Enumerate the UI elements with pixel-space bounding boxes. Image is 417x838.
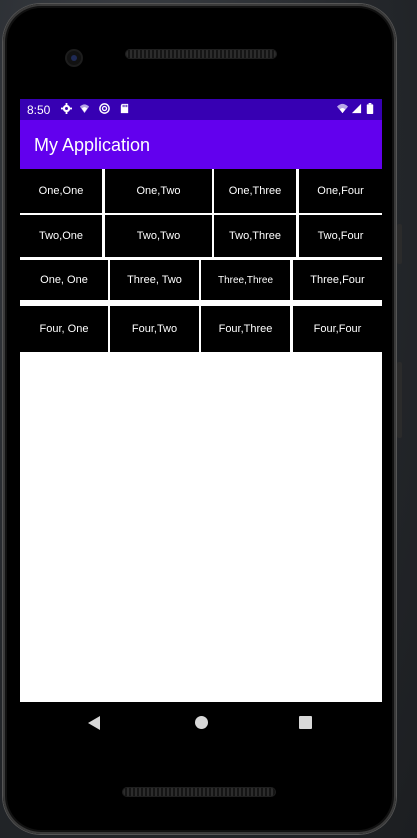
bottom-speaker-grille: [123, 788, 275, 796]
battery-icon: [366, 103, 374, 114]
table-cell-four-four: Four,Four: [293, 306, 382, 352]
table-cell-one-two: One,Two: [105, 169, 212, 213]
navigation-bar: [20, 702, 382, 744]
table-row: Four, One Four,Two Four,Three Four,Four: [20, 306, 382, 352]
top-speaker-grille: [126, 50, 276, 58]
wifi-calling-icon: [79, 104, 90, 114]
table-cell-four-two: Four,Two: [110, 306, 199, 352]
sync-icon: [99, 103, 110, 114]
front-camera-icon: [67, 51, 81, 65]
table-cell-two-two: Two,Two: [105, 215, 212, 257]
power-button: [397, 362, 402, 438]
table-row: Two,One Two,Two Two,Three Two,Four: [20, 215, 382, 257]
table-layout: One,One One,Two One,Three One,Four Two,O…: [20, 169, 382, 352]
signal-icon: [351, 103, 362, 114]
table-row: One,One One,Two One,Three One,Four: [20, 169, 382, 213]
recents-icon[interactable]: [299, 716, 312, 729]
table-cell-four-three: Four,Three: [201, 306, 290, 352]
table-cell-three-one: One, One: [20, 260, 108, 300]
back-icon[interactable]: [88, 716, 100, 730]
table-cell-two-three: Two,Three: [214, 215, 296, 257]
table-cell-three-two: Three, Two: [110, 260, 199, 300]
table-cell-three-three: Three,Three: [201, 260, 290, 300]
status-time: 8:50: [27, 103, 51, 117]
wifi-icon: [337, 103, 348, 114]
table-cell-four-one: Four, One: [20, 306, 108, 352]
device-screen: 8:50 My Application One,One One,Two One,…: [20, 99, 382, 702]
home-icon[interactable]: [195, 716, 208, 729]
table-cell-one-one: One,One: [20, 169, 102, 213]
settings-icon: [61, 103, 72, 114]
table-cell-three-four: Three,Four: [293, 260, 382, 300]
sd-card-icon: [120, 103, 129, 114]
table-cell-two-four: Two,Four: [299, 215, 382, 257]
app-title: My Application: [34, 135, 151, 155]
volume-button: [397, 224, 402, 264]
status-bar: 8:50: [20, 99, 382, 120]
app-bar: My Application: [20, 120, 382, 169]
table-cell-one-four: One,Four: [299, 169, 382, 213]
table-cell-one-three: One,Three: [214, 169, 296, 213]
table-row: One, One Three, Two Three,Three Three,Fo…: [20, 260, 382, 300]
table-cell-two-one: Two,One: [20, 215, 102, 257]
